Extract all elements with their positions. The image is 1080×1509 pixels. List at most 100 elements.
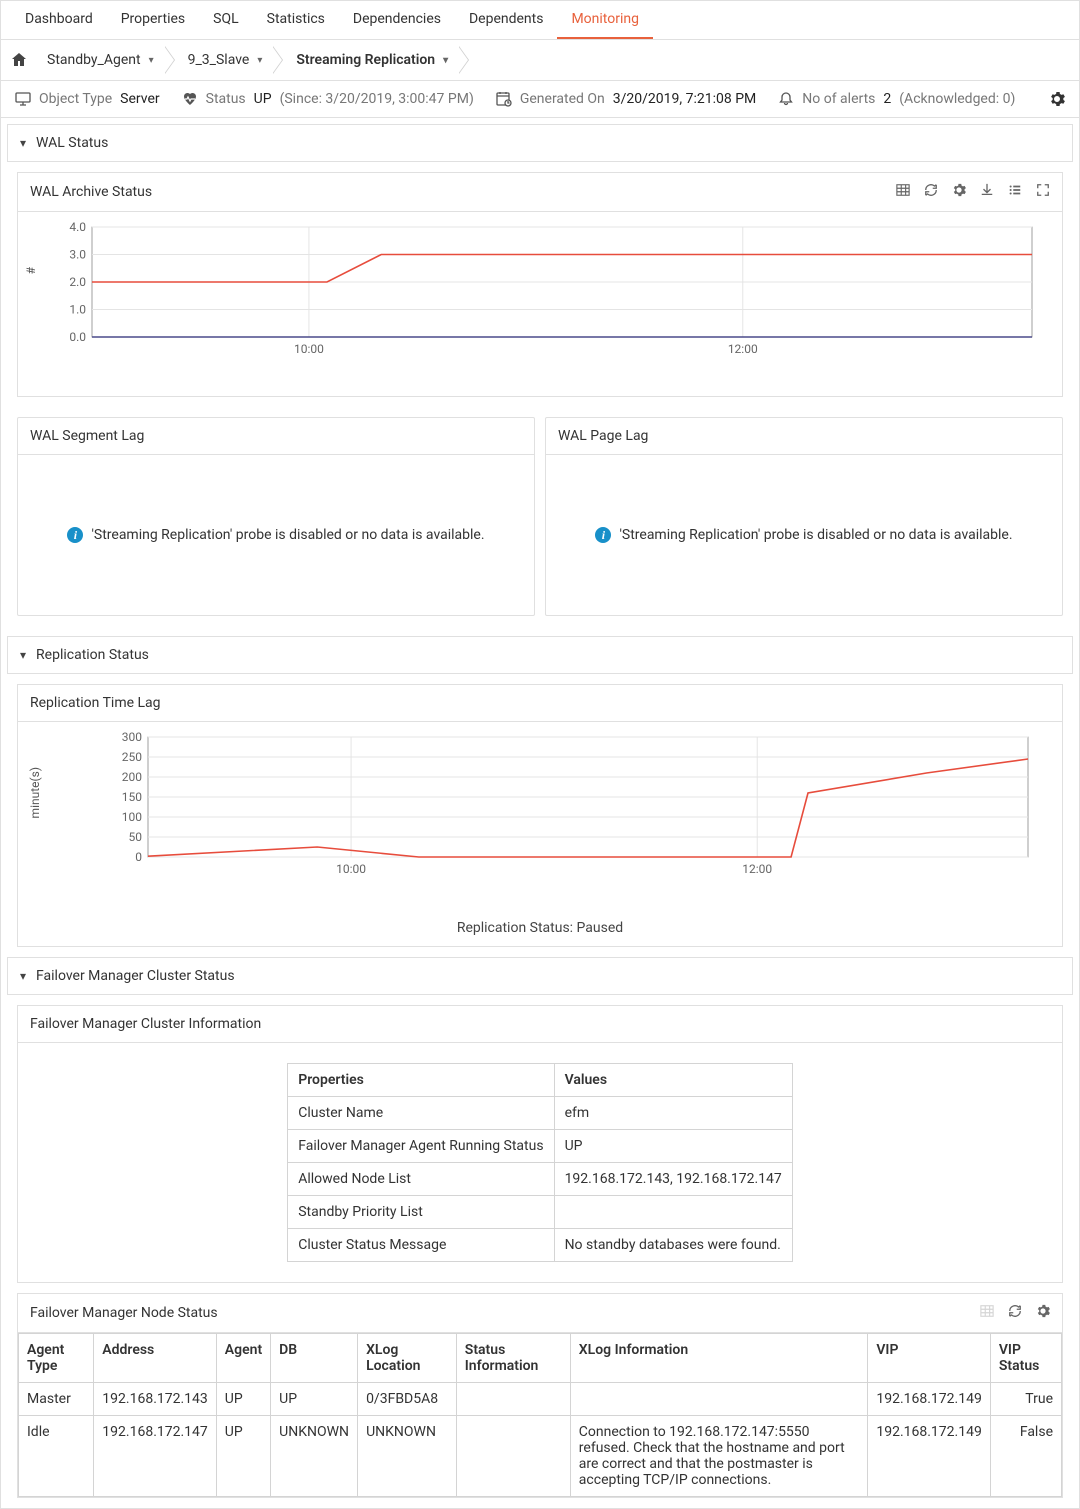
chevron-down-icon: ▾ — [443, 55, 448, 66]
generated-value: 3/20/2019, 7:21:08 PM — [613, 91, 757, 107]
table-icon[interactable] — [896, 183, 910, 201]
table-row: Standby Priority List — [288, 1196, 793, 1229]
svg-text:200: 200 — [122, 770, 142, 784]
top-tabs: Dashboard Properties SQL Statistics Depe… — [1, 1, 1079, 40]
svg-text:250: 250 — [122, 750, 142, 764]
cluster-info-table: Properties Values Cluster Nameefm Failov… — [287, 1063, 793, 1262]
svg-text:10:00: 10:00 — [336, 862, 366, 876]
table-row: Master 192.168.172.143 UP UP 0/3FBD5A8 1… — [19, 1383, 1062, 1416]
svg-text:2.0: 2.0 — [69, 275, 86, 289]
collapse-icon[interactable]: ▾ — [20, 136, 26, 150]
section-title: Failover Manager Cluster Status — [36, 968, 235, 984]
generated-label: Generated On — [520, 91, 605, 107]
gear-icon[interactable] — [952, 183, 966, 201]
status-value: UP — [254, 91, 272, 107]
panel-title: WAL Archive Status — [30, 184, 152, 200]
object-type-value: Server — [120, 91, 159, 107]
bell-icon — [778, 91, 794, 107]
panel-title: WAL Segment Lag — [30, 428, 144, 444]
svg-text:12:00: 12:00 — [742, 862, 772, 876]
tab-dashboard[interactable]: Dashboard — [11, 1, 107, 39]
panel-title: WAL Page Lag — [558, 428, 648, 444]
panel-cluster-info: Failover Manager Cluster Information Pro… — [17, 1005, 1063, 1283]
panel-title: Failover Manager Node Status — [30, 1305, 218, 1321]
status-label: Status — [206, 91, 246, 107]
refresh-icon[interactable] — [924, 183, 938, 201]
info-icon: i — [595, 527, 611, 543]
svg-text:3.0: 3.0 — [69, 248, 86, 262]
table-row: Cluster Nameefm — [288, 1097, 793, 1130]
svg-text:0.0: 0.0 — [69, 330, 86, 344]
panel-wal-segment-lag: WAL Segment Lag i 'Streaming Replication… — [17, 417, 535, 616]
object-type-label: Object Type — [39, 91, 112, 107]
svg-text:12:00: 12:00 — [728, 342, 758, 356]
panel-title: Replication Time Lag — [30, 695, 161, 711]
panel-node-status: Failover Manager Node Status Agent Type … — [17, 1293, 1063, 1498]
panel-wal-page-lag: WAL Page Lag i 'Streaming Replication' p… — [545, 417, 1063, 616]
svg-text:100: 100 — [122, 810, 142, 824]
breadcrumb-label: 9_3_Slave — [188, 52, 250, 68]
calendar-icon — [496, 91, 512, 107]
table-header-row: Properties Values — [288, 1064, 793, 1097]
tab-dependents[interactable]: Dependents — [455, 1, 557, 39]
alerts-label: No of alerts — [802, 91, 875, 107]
breadcrumb-label: Streaming Replication — [296, 52, 435, 68]
table-header: Properties — [288, 1064, 554, 1097]
probe-message: 'Streaming Replication' probe is disable… — [91, 527, 484, 543]
breadcrumb: Standby_Agent ▾ 9_3_Slave ▾ Streaming Re… — [1, 40, 1079, 81]
chart-ylabel: minute(s) — [28, 767, 42, 818]
node-status-table: Agent Type Address Agent DB XLog Locatio… — [18, 1333, 1062, 1497]
chart-svg: 0.01.02.03.04.010:0012:00 — [62, 222, 1042, 362]
table-row: Cluster Status MessageNo standby databas… — [288, 1229, 793, 1262]
svg-text:300: 300 — [122, 732, 142, 744]
table-row: Allowed Node List192.168.172.143, 192.16… — [288, 1163, 793, 1196]
panel-wal-archive: WAL Archive Status # 0.01.02.03.04.010:0… — [17, 172, 1063, 397]
refresh-icon[interactable] — [1008, 1304, 1022, 1322]
expand-icon[interactable] — [1036, 183, 1050, 201]
table-header-row: Agent Type Address Agent DB XLog Locatio… — [19, 1334, 1062, 1383]
download-icon[interactable] — [980, 183, 994, 201]
svg-text:10:00: 10:00 — [294, 342, 324, 356]
svg-text:150: 150 — [122, 790, 142, 804]
status-since: (Since: 3/20/2019, 3:00:47 PM) — [280, 91, 474, 107]
breadcrumb-item-1[interactable]: 9_3_Slave ▾ — [178, 46, 273, 74]
table-header: Values — [554, 1064, 792, 1097]
probe-message: 'Streaming Replication' probe is disable… — [619, 527, 1012, 543]
info-icon: i — [67, 527, 83, 543]
chart-replication-lag: minute(s) 0 50 100 150 200 250 300 10:00 12:00 — [18, 722, 1062, 916]
gear-icon[interactable] — [1036, 1304, 1050, 1322]
chevron-down-icon: ▾ — [149, 55, 154, 66]
svg-text:4.0: 4.0 — [69, 222, 86, 234]
breadcrumb-item-0[interactable]: Standby_Agent ▾ — [37, 46, 164, 74]
home-icon[interactable] — [11, 52, 27, 68]
chart-ylabel: # — [24, 267, 38, 274]
panel-replication-time-lag: Replication Time Lag minute(s) 0 50 100 150… — [17, 684, 1063, 947]
collapse-icon[interactable]: ▾ — [20, 648, 26, 662]
breadcrumb-label: Standby_Agent — [47, 52, 141, 68]
tab-properties[interactable]: Properties — [107, 1, 199, 39]
chart-svg: 0 50 100 150 200 250 300 10:00 12:00 — [98, 732, 1038, 882]
section-title: Replication Status — [36, 647, 149, 663]
panel-title: Failover Manager Cluster Information — [30, 1016, 261, 1032]
section-wal-status: ▾ WAL Status WAL Archive Status # 0.01.0… — [7, 124, 1073, 626]
list-icon[interactable] — [1008, 183, 1022, 201]
chevron-down-icon: ▾ — [257, 55, 262, 66]
tab-statistics[interactable]: Statistics — [253, 1, 339, 39]
table-row: Failover Manager Agent Running StatusUP — [288, 1130, 793, 1163]
table-icon[interactable] — [980, 1304, 994, 1322]
section-title: WAL Status — [36, 135, 108, 151]
section-failover: ▾ Failover Manager Cluster Status Failov… — [7, 957, 1073, 1498]
monitor-icon — [15, 91, 31, 107]
table-row: Idle 192.168.172.147 UP UNKNOWN UNKNOWN … — [19, 1416, 1062, 1497]
breadcrumb-item-2[interactable]: Streaming Replication ▾ — [286, 46, 458, 74]
tab-dependencies[interactable]: Dependencies — [339, 1, 455, 39]
alerts-value: 2 — [883, 91, 891, 107]
section-replication-status: ▾ Replication Status Replication Time La… — [7, 636, 1073, 947]
svg-text:50: 50 — [129, 830, 143, 844]
tab-monitoring[interactable]: Monitoring — [557, 1, 653, 39]
tab-sql[interactable]: SQL — [199, 1, 252, 39]
status-bar: Object Type Server Status UP (Since: 3/2… — [1, 81, 1079, 118]
svg-text:0: 0 — [135, 850, 142, 864]
settings-icon[interactable] — [1049, 91, 1065, 107]
collapse-icon[interactable]: ▾ — [20, 969, 26, 983]
